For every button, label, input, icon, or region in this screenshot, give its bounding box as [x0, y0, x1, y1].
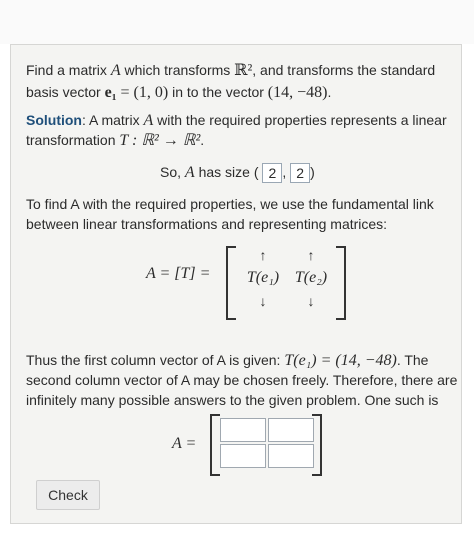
left-bracket: [210, 414, 220, 476]
solution-text: transformation: [26, 132, 120, 148]
transformation-matrix: ↑ T(e₁) ↓ ↑ T(e₂) ↓: [226, 246, 346, 320]
answer-cell-1-1[interactable]: [220, 418, 266, 442]
problem-text: .: [327, 84, 332, 100]
top-margin: [0, 0, 474, 44]
matrix-column-2: ↑ T(e₂) ↓: [286, 246, 336, 316]
column-2-label: T(e₂): [294, 269, 328, 286]
rows-input[interactable]: 2: [262, 163, 283, 184]
basis-value: = (1, 0): [116, 84, 169, 101]
down-arrow-icon: ↓: [259, 293, 267, 309]
check-button[interactable]: Check: [36, 480, 100, 510]
problem-text: , and transforms the standard: [252, 62, 436, 78]
solution-line-1: Solution: A matrix A with the required p…: [26, 110, 447, 131]
up-arrow-icon: ↑: [307, 247, 315, 263]
solution-text: .: [200, 132, 205, 148]
answer-text: . The: [396, 352, 429, 368]
answer-line-2: second column vector of A may be chosen …: [26, 372, 458, 388]
down-arrow-icon: ↓: [307, 293, 315, 309]
size-text: ): [310, 164, 315, 180]
explanation-line-2: between linear transformations and repre…: [26, 216, 388, 232]
matrix-var: A: [143, 112, 154, 129]
answer-cell-2-2[interactable]: [268, 444, 314, 468]
first-column-eq: T(e₁) = (14, −48): [284, 352, 397, 369]
problem-text: which transforms: [120, 62, 235, 78]
solution-text: with the required properties represents …: [153, 112, 447, 128]
size-separator: ,: [282, 164, 287, 180]
problem-text: basis vector: [26, 84, 105, 100]
matrix-size-row: So, A has size ( 2, 2): [160, 162, 315, 184]
answer-line-1: Thus the first column vector of A is giv…: [26, 350, 428, 371]
solution-text: : A matrix: [82, 112, 144, 128]
matrix-var: A: [110, 62, 121, 79]
transformation-map: T : ℝ² → ℝ²: [119, 132, 201, 149]
basis-vector: e₁: [104, 84, 117, 101]
problem-line-2: basis vector e₁ = (1, 0) in to the vecto…: [26, 82, 331, 103]
matrix-var: A: [184, 164, 195, 181]
cols-input[interactable]: 2: [290, 163, 311, 184]
answer-matrix: [210, 414, 322, 476]
problem-text: in to the vector: [168, 84, 268, 100]
answer-cell-2-1[interactable]: [220, 444, 266, 468]
solution-label: Solution: [26, 112, 82, 128]
size-text: has size (: [194, 164, 259, 180]
column-1-label: T(e₁): [246, 269, 280, 286]
space-symbol: ℝ²: [234, 62, 253, 79]
answer-cell-1-2[interactable]: [268, 418, 314, 442]
answer-line-3: infinitely many possible answers to the …: [26, 392, 439, 408]
up-arrow-icon: ↑: [259, 247, 267, 263]
explanation-line-1: To find A with the required properties, …: [26, 196, 434, 212]
solution-line-2: transformation T : ℝ² → ℝ².: [26, 130, 204, 151]
size-text: So,: [160, 164, 185, 180]
problem-line-1: Find a matrix A which transforms ℝ², and…: [26, 60, 435, 81]
matrix-column-1: ↑ T(e₁) ↓: [238, 246, 288, 316]
problem-text: Find a matrix: [26, 62, 111, 78]
equation-lhs: A = [T] =: [146, 265, 211, 282]
target-vector: (14, −48): [267, 84, 328, 101]
answer-matrix-lhs: A =: [172, 435, 197, 452]
right-bracket: [336, 246, 346, 320]
answer-text: Thus the first column vector of A is giv…: [26, 352, 285, 368]
left-bracket: [226, 246, 236, 320]
